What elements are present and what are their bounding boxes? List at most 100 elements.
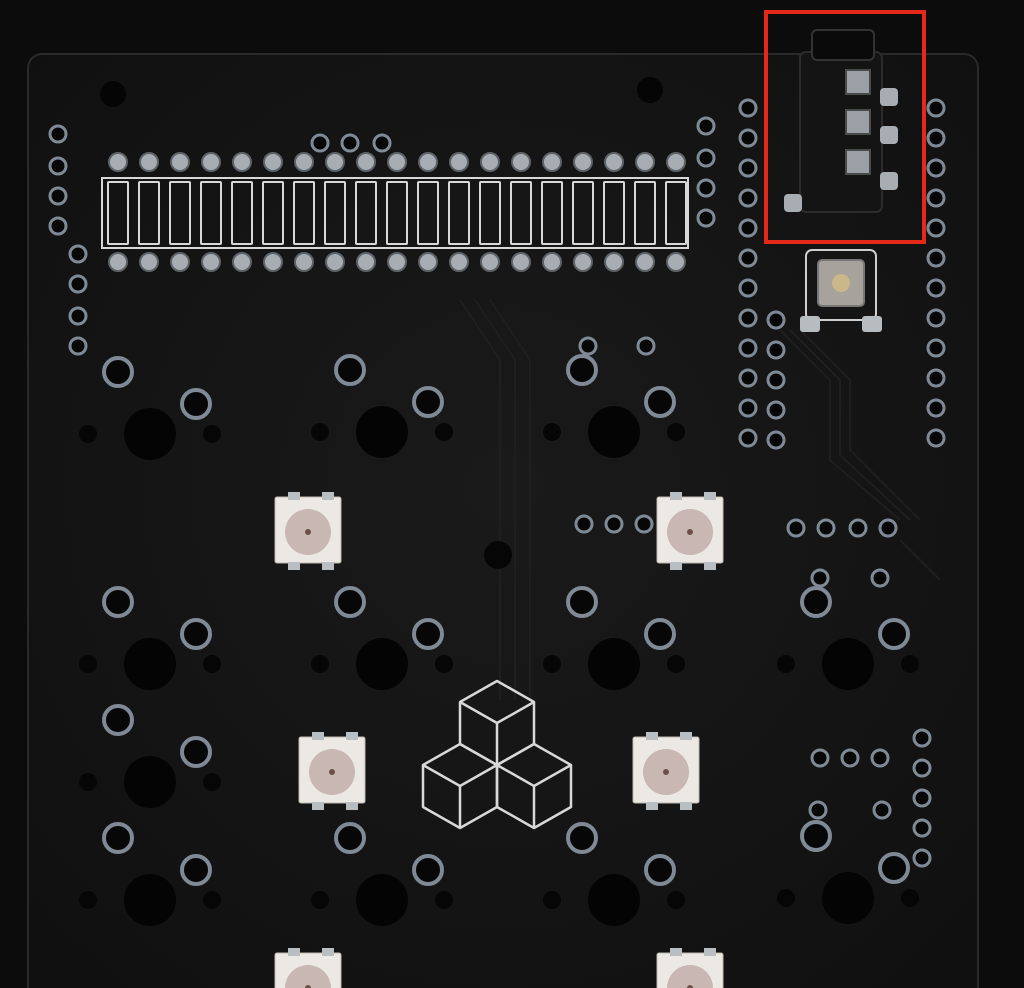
switch-peg-hole [79, 655, 97, 673]
led-die [305, 529, 311, 535]
switch-peg-hole [203, 773, 221, 791]
via [912, 758, 932, 778]
switch-pad [644, 854, 676, 886]
via [848, 518, 868, 538]
reset-button [800, 249, 882, 332]
via [912, 728, 932, 748]
header-pin [294, 152, 314, 172]
switch-peg-hole [79, 425, 97, 443]
switch-pad [180, 736, 212, 768]
led-lead [670, 562, 682, 570]
led-lead [322, 492, 334, 500]
switch-peg-hole [777, 655, 795, 673]
via [48, 186, 68, 206]
led-lead [646, 802, 658, 810]
switch-peg-hole [543, 423, 561, 441]
switch-peg-hole [203, 655, 221, 673]
header-pin [449, 252, 469, 272]
switch-center-hole [588, 874, 640, 926]
switch-peg-hole [311, 423, 329, 441]
via [926, 308, 946, 328]
via [926, 398, 946, 418]
via [810, 568, 830, 588]
via [738, 368, 758, 388]
via [372, 133, 392, 153]
led-lead [670, 948, 682, 956]
header-pin [139, 252, 159, 272]
led-lead [312, 802, 324, 810]
switch-pad [180, 854, 212, 886]
switch-center-hole [356, 638, 408, 690]
switch-peg-hole [435, 423, 453, 441]
via [872, 800, 892, 820]
via [340, 133, 360, 153]
header-pin [232, 152, 252, 172]
led-lead [704, 492, 716, 500]
switch-center-hole [822, 872, 874, 924]
pcb-photo [0, 0, 1024, 988]
switch-pad [644, 386, 676, 418]
switch-pad [644, 618, 676, 650]
header-pin [108, 252, 128, 272]
header-pin [356, 152, 376, 172]
via [738, 308, 758, 328]
header-pin [387, 152, 407, 172]
via [926, 428, 946, 448]
via [310, 133, 330, 153]
via [840, 748, 860, 768]
switch-pad [566, 354, 598, 386]
via [738, 278, 758, 298]
switch-pad [180, 618, 212, 650]
header-pin [480, 252, 500, 272]
header-pin [666, 152, 686, 172]
header-pin [480, 152, 500, 172]
switch-peg-hole [311, 655, 329, 673]
via [48, 216, 68, 236]
header-pin [542, 252, 562, 272]
header-pin [418, 152, 438, 172]
switch-pad [102, 704, 134, 736]
via [738, 158, 758, 178]
via [816, 518, 836, 538]
switch-pad [566, 822, 598, 854]
header-pin [387, 252, 407, 272]
header-pin [542, 152, 562, 172]
via [810, 748, 830, 768]
switch-peg-hole [543, 891, 561, 909]
switch-pad [334, 822, 366, 854]
header-pin [666, 252, 686, 272]
via [696, 116, 716, 136]
led-lead [670, 492, 682, 500]
switch-peg-hole [667, 891, 685, 909]
led-lead [288, 562, 300, 570]
switch-center-hole [124, 408, 176, 460]
switch-pad [878, 852, 910, 884]
led-lead [646, 732, 658, 740]
via [926, 98, 946, 118]
switch-center-hole [124, 756, 176, 808]
switch-center-hole [356, 406, 408, 458]
switch-peg-hole [543, 655, 561, 673]
switch-pad [412, 386, 444, 418]
led-lead [288, 948, 300, 956]
via [926, 188, 946, 208]
led-die [663, 769, 669, 775]
header-pin [170, 252, 190, 272]
switch-peg-hole [901, 655, 919, 673]
via [926, 278, 946, 298]
via [48, 156, 68, 176]
header-pin [635, 152, 655, 172]
via [738, 128, 758, 148]
switch-center-hole [588, 406, 640, 458]
header-pin [108, 152, 128, 172]
via [68, 244, 88, 264]
led-lead [312, 732, 324, 740]
via [738, 98, 758, 118]
header-pin [604, 152, 624, 172]
header-pin [356, 252, 376, 272]
via [574, 514, 594, 534]
switch-peg-hole [203, 891, 221, 909]
switch-pad [102, 586, 134, 618]
switch-peg-hole [667, 423, 685, 441]
via [696, 148, 716, 168]
